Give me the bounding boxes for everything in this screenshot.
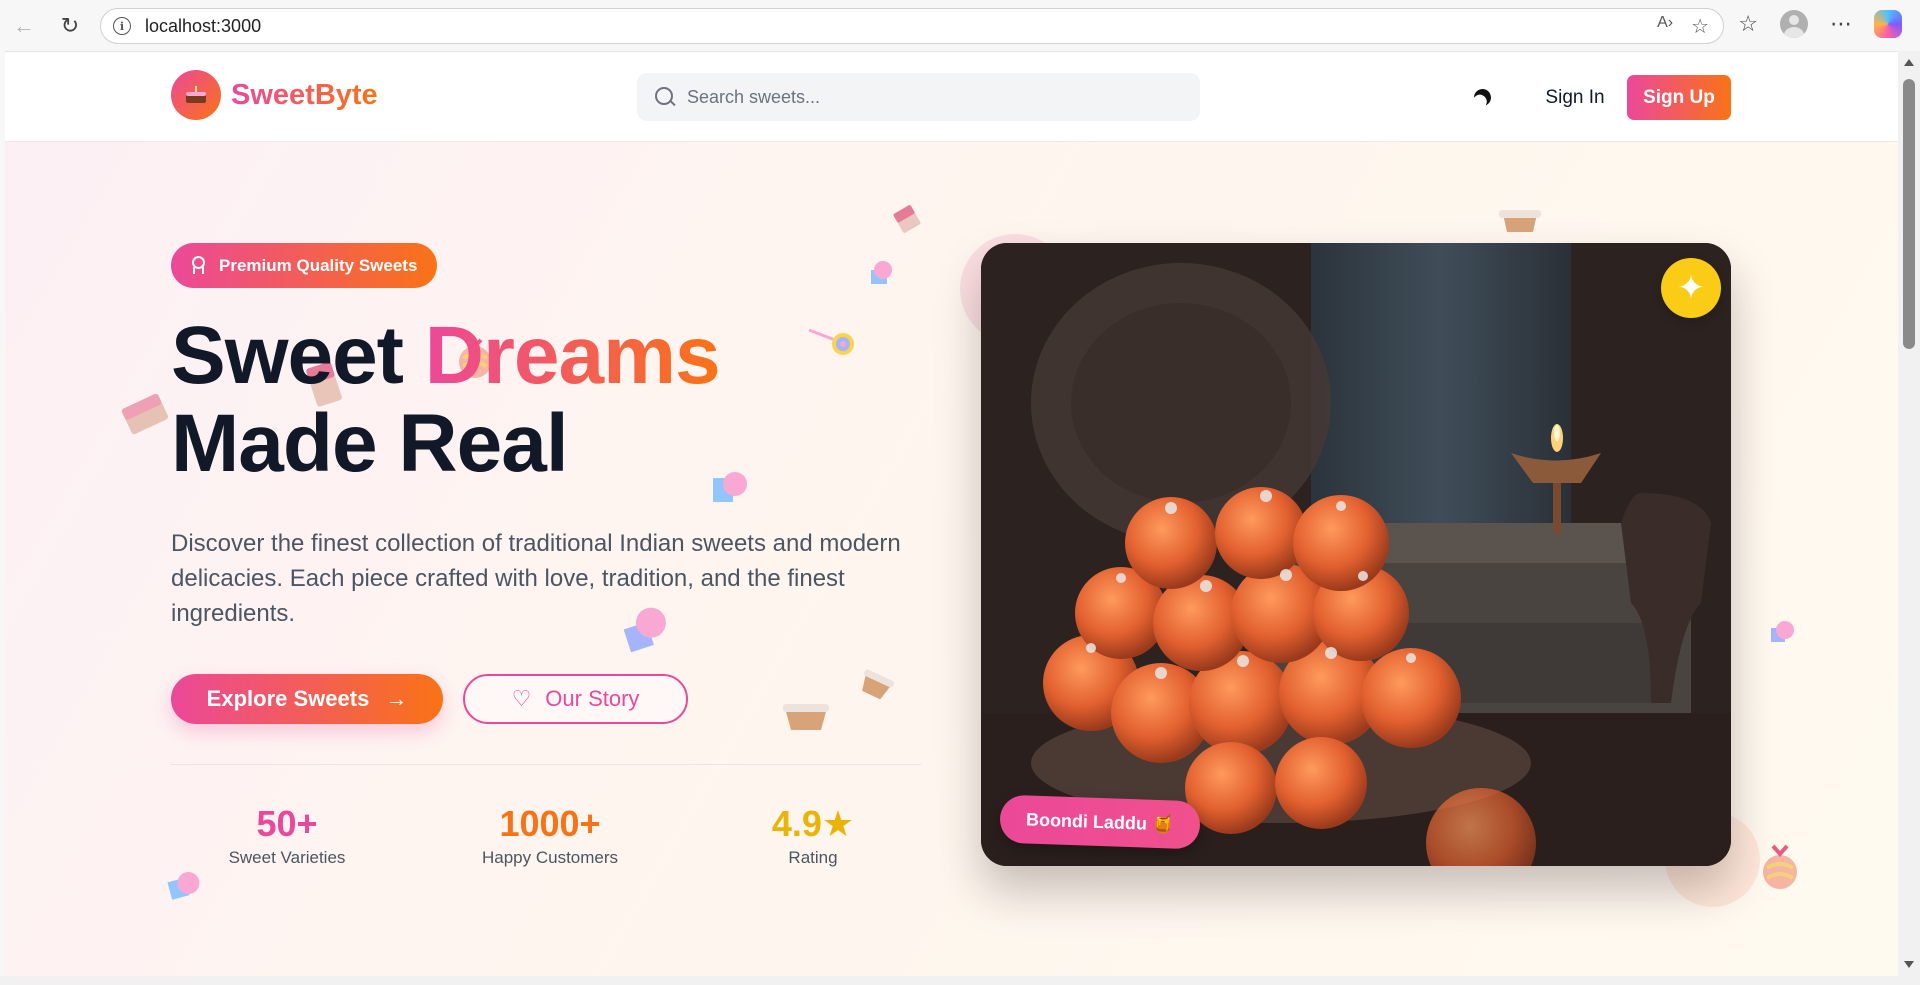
stat-label: Sweet Varieties xyxy=(228,848,346,867)
search-bar xyxy=(637,73,1200,121)
award-icon xyxy=(191,256,205,275)
stat-rating: 4.9★ Rating xyxy=(713,804,913,868)
boondi-laddu-photo xyxy=(981,243,1731,866)
scroll-up-icon[interactable] xyxy=(1904,59,1914,66)
headline-part2: Made Real xyxy=(171,398,569,489)
stat-sweet-varieties: 50+ Sweet Varieties xyxy=(187,804,387,868)
headline-accent: Dreams xyxy=(424,310,721,401)
sign-in-button[interactable]: Sign In xyxy=(1533,80,1617,116)
pudding-icon xyxy=(783,704,829,730)
read-aloud-icon[interactable]: A› xyxy=(1657,14,1673,39)
stat-label: Happy Customers xyxy=(481,848,619,867)
reload-icon[interactable]: ↻ xyxy=(54,10,86,42)
stats-divider xyxy=(171,764,921,765)
search-icon xyxy=(655,87,675,107)
chocolate-bar-icon xyxy=(121,393,169,435)
boondi-laddu-tag: Boondi Laddu 🍯 xyxy=(999,794,1202,850)
premium-quality-badge: Premium Quality Sweets xyxy=(171,243,438,288)
hero-section: Premium Quality Sweets Sweet Dreams Made… xyxy=(5,142,1898,976)
theme-toggle-button[interactable] xyxy=(1465,80,1499,114)
hero-headline: Sweet Dreams Made Real xyxy=(171,310,721,489)
candy-icon xyxy=(1763,844,1797,889)
favorites-icon[interactable]: ☆ xyxy=(1738,11,1758,37)
search-input[interactable] xyxy=(687,86,1167,108)
url-text[interactable]: localhost:3000 xyxy=(145,16,261,37)
arrow-right-icon: → xyxy=(385,686,408,711)
cupcake-icon xyxy=(871,261,892,284)
cake-icon xyxy=(171,70,221,120)
lollipop-icon xyxy=(808,328,854,355)
info-icon[interactable]: i xyxy=(113,17,131,35)
our-story-label: Our Story xyxy=(545,686,640,711)
horizontal-scrollbar[interactable] xyxy=(0,976,1920,985)
stat-value: 1000+ xyxy=(499,803,601,844)
copilot-icon[interactable] xyxy=(1874,10,1902,38)
explore-sweets-label: Explore Sweets xyxy=(206,686,370,711)
vertical-scrollbar[interactable] xyxy=(1898,51,1920,976)
sparkles-icon: ✦ xyxy=(1661,258,1721,318)
favorite-star-icon[interactable]: ☆ xyxy=(1691,14,1709,39)
pudding-icon xyxy=(1499,210,1541,232)
cupcake-icon xyxy=(167,872,200,900)
sign-up-button[interactable]: Sign Up xyxy=(1627,75,1731,120)
profile-icon[interactable] xyxy=(1780,10,1808,38)
page-viewport: SweetByte Sign In Sign Up xyxy=(5,51,1898,976)
scroll-down-icon[interactable] xyxy=(1904,961,1914,968)
badge-label: Premium Quality Sweets xyxy=(219,255,418,275)
stat-happy-customers: 1000+ Happy Customers xyxy=(450,804,650,868)
brand-name: SweetByte xyxy=(231,78,378,111)
back-icon[interactable]: ← xyxy=(8,10,40,42)
chocolate-bar-icon xyxy=(893,205,921,233)
moon-icon xyxy=(1471,86,1493,108)
pudding-icon xyxy=(862,669,895,700)
more-icon[interactable]: ⋯ xyxy=(1830,11,1852,37)
our-story-button[interactable]: ♡ Our Story xyxy=(463,674,688,724)
stat-value: 50+ xyxy=(256,803,318,844)
hero-description: Discover the finest collection of tradit… xyxy=(171,530,901,627)
browser-toolbar: ← ↻ i localhost:3000 A› ☆ ☆ ⋯ xyxy=(0,0,1920,51)
headline-part1: Sweet xyxy=(171,310,425,401)
site-header: SweetByte Sign In Sign Up xyxy=(5,52,1898,142)
stat-label: Rating xyxy=(788,848,838,867)
hero-photo xyxy=(981,243,1731,866)
explore-sweets-button[interactable]: Explore Sweets → xyxy=(171,674,443,724)
scrollbar-thumb[interactable] xyxy=(1903,79,1915,349)
heart-icon: ♡ xyxy=(511,686,532,711)
cupcake-icon xyxy=(1771,621,1794,642)
address-bar[interactable]: i localhost:3000 A› ☆ xyxy=(100,8,1724,44)
brand-logo[interactable]: SweetByte xyxy=(171,70,378,120)
stat-value: 4.9★ xyxy=(771,803,855,844)
